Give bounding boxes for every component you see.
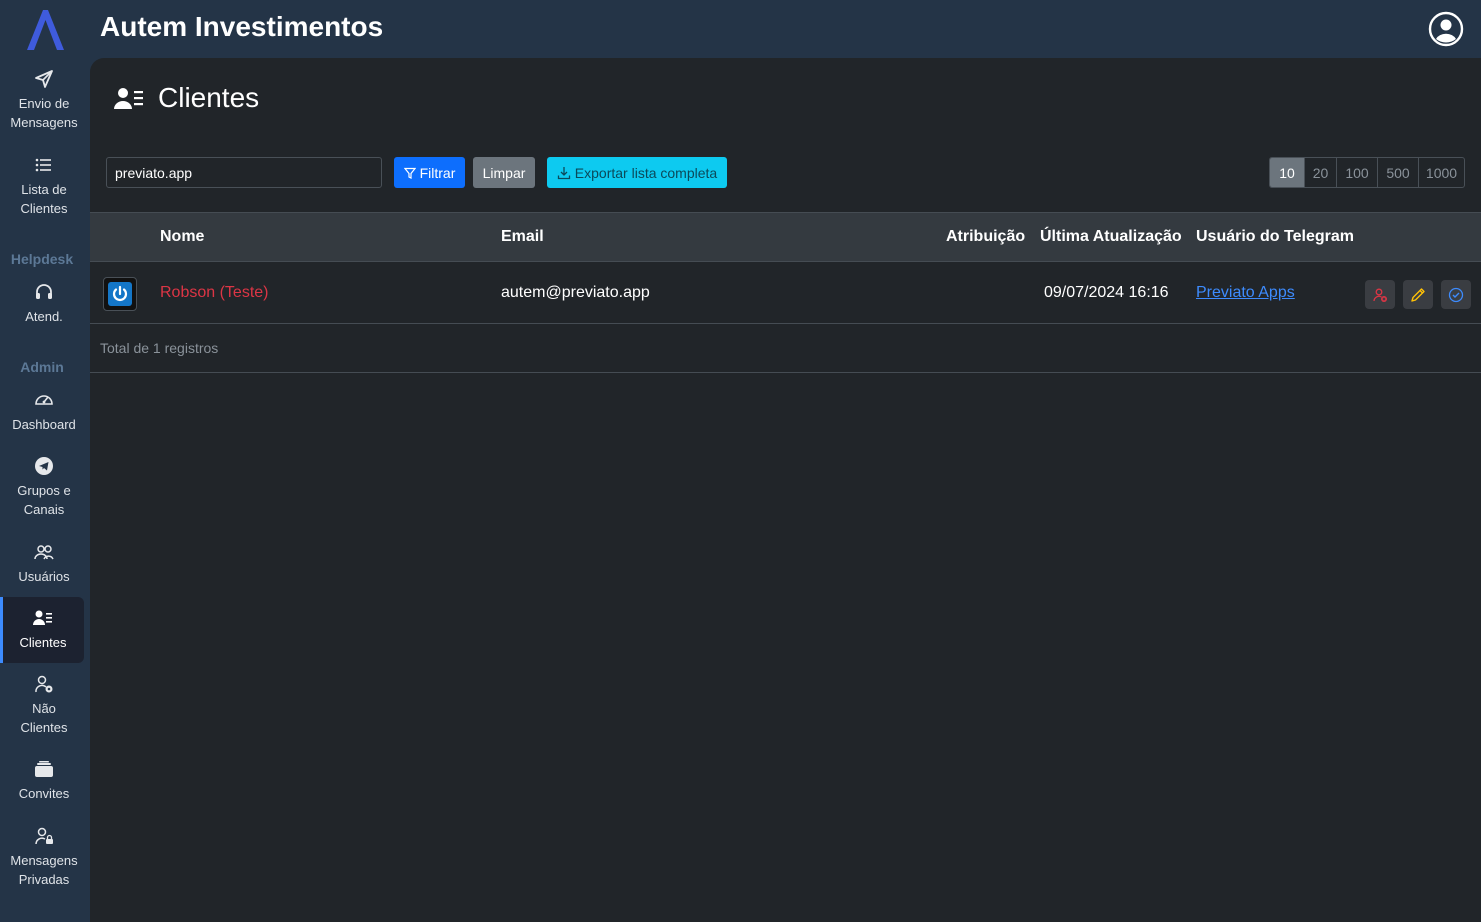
sidebar-item-label: Dashboard	[12, 417, 76, 432]
sidebar-item-label: Mensagens	[10, 115, 78, 130]
sidebar-item-label: Convites	[18, 786, 70, 801]
sidebar-item-label: Grupos e	[17, 483, 71, 498]
ticket-icon	[35, 761, 53, 777]
telegram-icon	[35, 457, 53, 475]
sidebar-item-convites[interactable]: Convites	[0, 758, 88, 803]
sidebar-item-atend[interactable]: Atend.	[0, 281, 88, 326]
person-gear-icon	[35, 675, 53, 693]
sidebar: Envio de Mensagens Lista de Clientes Hel…	[0, 0, 90, 922]
cell-ultima-atualizacao: 09/07/2024 16:16	[1044, 284, 1169, 301]
total-records-text: Total de 1 registros	[100, 340, 219, 356]
sidebar-item-dashboard[interactable]: Dashboard	[0, 389, 88, 434]
sidebar-item-usuarios[interactable]: Usuários	[0, 541, 88, 586]
cell-usuario-telegram-link[interactable]: Previato Apps	[1196, 262, 1295, 324]
sidebar-item-envio-mensagens[interactable]: Envio de Mensagens	[0, 68, 88, 132]
filter-button[interactable]: Filtrar	[394, 157, 465, 188]
page-size-500[interactable]: 500	[1377, 158, 1418, 187]
avatar[interactable]	[103, 277, 137, 311]
sidebar-item-label: Clientes	[20, 720, 68, 735]
filter-button-label: Filtrar	[419, 164, 456, 181]
export-button[interactable]: Exportar lista completa	[547, 157, 727, 188]
page-size-1000[interactable]: 1000	[1418, 158, 1464, 187]
person-lines-icon	[114, 88, 143, 109]
export-button-label: Exportar lista completa	[574, 164, 718, 181]
column-header-atribuicao[interactable]: Atribuição	[946, 213, 1025, 261]
check-circle-icon	[1448, 287, 1464, 302]
page-size-100[interactable]: 100	[1336, 158, 1377, 187]
sidebar-heading-helpdesk: Helpdesk	[10, 251, 74, 267]
main-content: Clientes Filtrar Limpar Exportar lista c…	[90, 58, 1481, 922]
power-icon	[108, 282, 132, 306]
table-header: Nome Email Atribuição Última Atualização…	[90, 212, 1481, 262]
page-size-20[interactable]: 20	[1304, 158, 1336, 187]
headset-icon	[36, 284, 52, 299]
people-icon	[34, 545, 54, 560]
sidebar-heading-admin: Admin	[20, 359, 64, 375]
cell-email: autem@previato.app	[501, 284, 650, 301]
column-header-ultima-atualizacao[interactable]: Última Atualização	[1040, 213, 1182, 261]
divider	[90, 372, 1481, 373]
sidebar-item-label: Não	[32, 701, 56, 716]
table-row: Robson (Teste) autem@previato.app 09/07/…	[90, 262, 1481, 324]
page-title: Clientes	[114, 82, 259, 114]
column-header-nome[interactable]: Nome	[160, 213, 204, 261]
app-logo[interactable]	[22, 8, 68, 52]
pencil-icon	[1411, 287, 1425, 302]
sidebar-item-label: Clientes	[20, 201, 68, 216]
clear-button-label: Limpar	[482, 164, 526, 181]
person-x-icon	[1373, 288, 1387, 302]
remove-client-button[interactable]	[1365, 280, 1395, 309]
column-header-email[interactable]: Email	[501, 213, 544, 261]
edit-client-button[interactable]	[1403, 280, 1433, 309]
sidebar-item-mensagens-privadas[interactable]: Mensagens Privadas	[0, 825, 88, 889]
sidebar-item-label: Atend.	[25, 309, 63, 324]
send-icon	[35, 70, 53, 88]
sidebar-item-label: Privadas	[18, 872, 70, 887]
confirm-client-button[interactable]	[1441, 280, 1471, 309]
sidebar-item-grupos-canais[interactable]: Grupos e Canais	[0, 455, 88, 519]
page-size-selector: 10 20 100 500 1000	[1269, 157, 1465, 188]
sidebar-item-clientes[interactable]: Clientes	[0, 597, 84, 663]
cell-nome[interactable]: Robson (Teste)	[160, 262, 269, 324]
search-input[interactable]	[106, 157, 382, 188]
sidebar-item-nao-clientes[interactable]: Não Clientes	[0, 673, 88, 737]
clear-button[interactable]: Limpar	[473, 157, 535, 188]
sidebar-item-label: Lista de	[21, 182, 67, 197]
sidebar-item-label: Clientes	[19, 635, 67, 650]
sidebar-item-lista-clientes[interactable]: Lista de Clientes	[0, 154, 88, 218]
list-icon	[35, 158, 51, 172]
app-window: Envio de Mensagens Lista de Clientes Hel…	[0, 0, 1481, 922]
column-header-usuario-telegram[interactable]: Usuário do Telegram	[1196, 213, 1354, 261]
person-lock-icon	[35, 827, 53, 845]
speedometer-icon	[35, 395, 53, 405]
page-title-text: Clientes	[158, 82, 260, 113]
sidebar-item-label: Mensagens	[10, 853, 78, 868]
page-size-10[interactable]: 10	[1270, 158, 1304, 187]
person-lines-icon	[33, 610, 52, 625]
app-title: Autem Investimentos	[100, 11, 384, 42]
sidebar-item-label: Canais	[23, 502, 65, 517]
user-account-icon[interactable]	[1428, 11, 1464, 47]
funnel-icon	[403, 167, 416, 179]
sidebar-item-label: Envio de	[18, 96, 70, 111]
sidebar-item-label: Usuários	[18, 569, 70, 584]
download-icon	[557, 166, 570, 179]
